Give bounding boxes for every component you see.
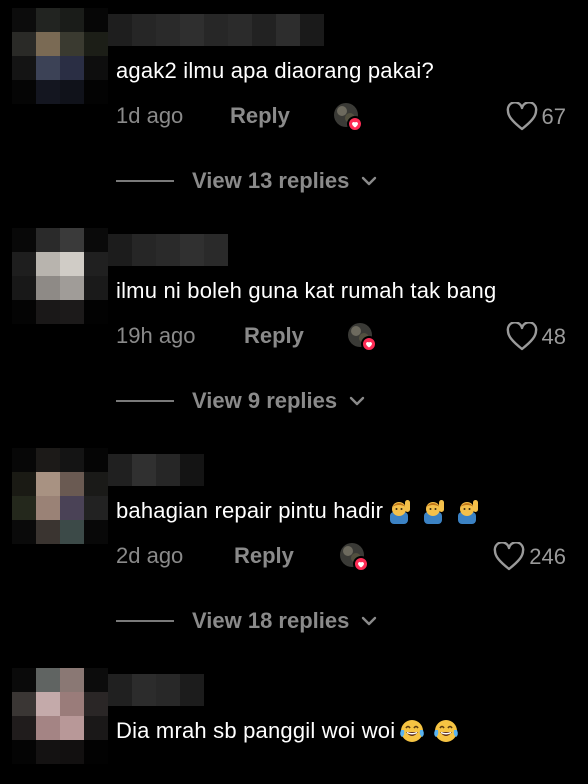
comment-timestamp: 19h ago xyxy=(116,323,196,348)
divider-line xyxy=(116,180,174,182)
comment-text: Dia mrah sb panggil woi woi xyxy=(116,718,459,744)
view-replies-label: View 18 replies xyxy=(192,608,350,633)
avatar[interactable] xyxy=(12,668,108,764)
creator-liked-avatar-icon xyxy=(338,541,370,573)
view-replies-button[interactable]: View 9 replies xyxy=(116,388,365,414)
comment-text: agak2 ilmu apa diaorang pakai? xyxy=(116,58,434,84)
avatar[interactable] xyxy=(12,448,108,544)
chevron-down-icon xyxy=(362,616,377,626)
avatar[interactable] xyxy=(12,228,108,324)
comment-meta: 2d ago Reply 246 xyxy=(116,537,566,573)
raising-hand-emoji xyxy=(458,500,479,524)
comment-text: ilmu ni boleh guna kat rumah tak bang xyxy=(116,278,496,304)
reply-button[interactable]: Reply xyxy=(230,103,290,129)
tears-of-joy-emoji xyxy=(434,720,459,742)
comment-meta: 19h ago Reply 48 xyxy=(116,317,566,353)
divider-line xyxy=(116,620,174,622)
comment-text-content: agak2 ilmu apa diaorang pakai? xyxy=(116,58,434,83)
comment-timestamp: 1d ago xyxy=(116,103,184,128)
heart-outline-icon xyxy=(506,322,537,351)
view-replies-button[interactable]: View 13 replies xyxy=(116,168,377,194)
view-replies-button[interactable]: View 18 replies xyxy=(116,608,377,634)
like-count: 246 xyxy=(529,544,566,569)
username-pixelated[interactable] xyxy=(108,454,204,486)
like-button[interactable]: 67 xyxy=(506,101,566,133)
raising-hand-emoji xyxy=(424,500,445,524)
reply-button[interactable]: Reply xyxy=(234,543,294,569)
comment-text-content: ilmu ni boleh guna kat rumah tak bang xyxy=(116,278,497,303)
like-count: 67 xyxy=(541,104,566,129)
raising-hand-emoji xyxy=(390,500,411,524)
view-replies-label: View 13 replies xyxy=(192,168,350,193)
avatar[interactable] xyxy=(12,8,108,104)
tears-of-joy-emoji xyxy=(400,720,425,742)
creator-liked-avatar-icon xyxy=(346,321,378,353)
like-button[interactable]: 246 xyxy=(493,541,566,573)
comment-timestamp: 2d ago xyxy=(116,543,184,568)
reply-button[interactable]: Reply xyxy=(244,323,304,349)
chevron-down-icon xyxy=(349,396,365,406)
comment-text-content: Dia mrah sb panggil woi woi xyxy=(116,718,396,743)
comment-text-content: bahagian repair pintu hadir xyxy=(116,498,384,523)
username-pixelated[interactable] xyxy=(108,234,228,266)
chevron-down-icon xyxy=(362,176,377,186)
like-count: 48 xyxy=(541,324,566,349)
username-pixelated[interactable] xyxy=(108,14,324,46)
heart-outline-icon xyxy=(493,542,525,571)
username-pixelated[interactable] xyxy=(108,674,204,706)
comment-meta: 1d ago Reply 67 xyxy=(116,97,566,133)
view-replies-label: View 9 replies xyxy=(192,388,338,413)
like-button[interactable]: 48 xyxy=(506,321,566,353)
creator-liked-avatar-icon xyxy=(332,101,364,133)
comment-text: bahagian repair pintu hadir xyxy=(116,498,481,524)
divider-line xyxy=(116,400,174,402)
heart-outline-icon xyxy=(506,102,537,131)
